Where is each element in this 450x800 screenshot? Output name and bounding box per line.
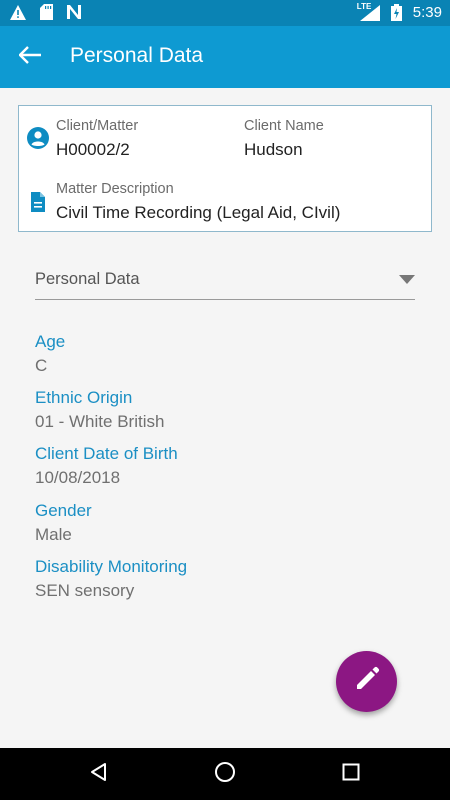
matter-description-label: Matter Description (56, 181, 174, 197)
ethnic-origin-value: 01 - White British (35, 412, 165, 431)
app-bar: Personal Data (0, 26, 450, 88)
account-circle-icon (26, 126, 50, 150)
client-matter-label: Client/Matter (56, 118, 139, 134)
client-matter-value: H00002/2 (56, 140, 130, 159)
signal-icon: LTE (356, 1, 381, 21)
back-triangle-icon (89, 762, 109, 787)
recents-square-icon (342, 763, 360, 786)
document-icon (26, 190, 50, 214)
system-navigation-bar (0, 748, 450, 800)
status-time: 5:39 (412, 4, 442, 21)
section-dropdown[interactable]: Personal Data (35, 262, 415, 300)
warning-icon (10, 4, 26, 20)
nav-home-button[interactable] (213, 761, 237, 788)
network-type: LTE (356, 1, 372, 11)
date-of-birth-label: Client Date of Birth (35, 444, 178, 463)
pencil-icon (354, 666, 380, 697)
disability-monitoring-label: Disability Monitoring (35, 557, 188, 576)
chevron-down-icon (399, 275, 415, 284)
client-name-label: Client Name (244, 118, 324, 134)
age-value: C (35, 356, 48, 375)
gender-label: Gender (35, 501, 92, 520)
status-bar: LTE 5:39 (0, 0, 450, 26)
edit-button[interactable] (336, 651, 397, 712)
status-notifications (10, 4, 82, 20)
section-dropdown-value: Personal Data (35, 270, 140, 288)
page-title: Personal Data (70, 44, 204, 67)
matter-description-value: Civil Time Recording (Legal Aid, CIvil) (56, 203, 341, 222)
client-name-value: Hudson (244, 140, 303, 159)
arrow-left-icon (18, 45, 41, 69)
back-button[interactable] (12, 39, 48, 75)
age-label: Age (35, 332, 66, 351)
date-of-birth-value: 10/08/2018 (35, 468, 121, 487)
home-circle-icon (214, 761, 236, 788)
status-system: LTE 5:39 (356, 1, 442, 21)
n-notification-icon (66, 4, 82, 20)
nav-back-button[interactable] (87, 762, 111, 786)
gender-value: Male (35, 525, 72, 544)
matter-info-card: Client/Matter H00002/2 Client Name Hudso… (18, 105, 432, 232)
sd-card-icon (38, 4, 54, 20)
ethnic-origin-label: Ethnic Origin (35, 388, 133, 407)
disability-monitoring-value: SEN sensory (35, 581, 135, 600)
nav-recents-button[interactable] (339, 762, 363, 786)
battery-icon (389, 4, 405, 21)
